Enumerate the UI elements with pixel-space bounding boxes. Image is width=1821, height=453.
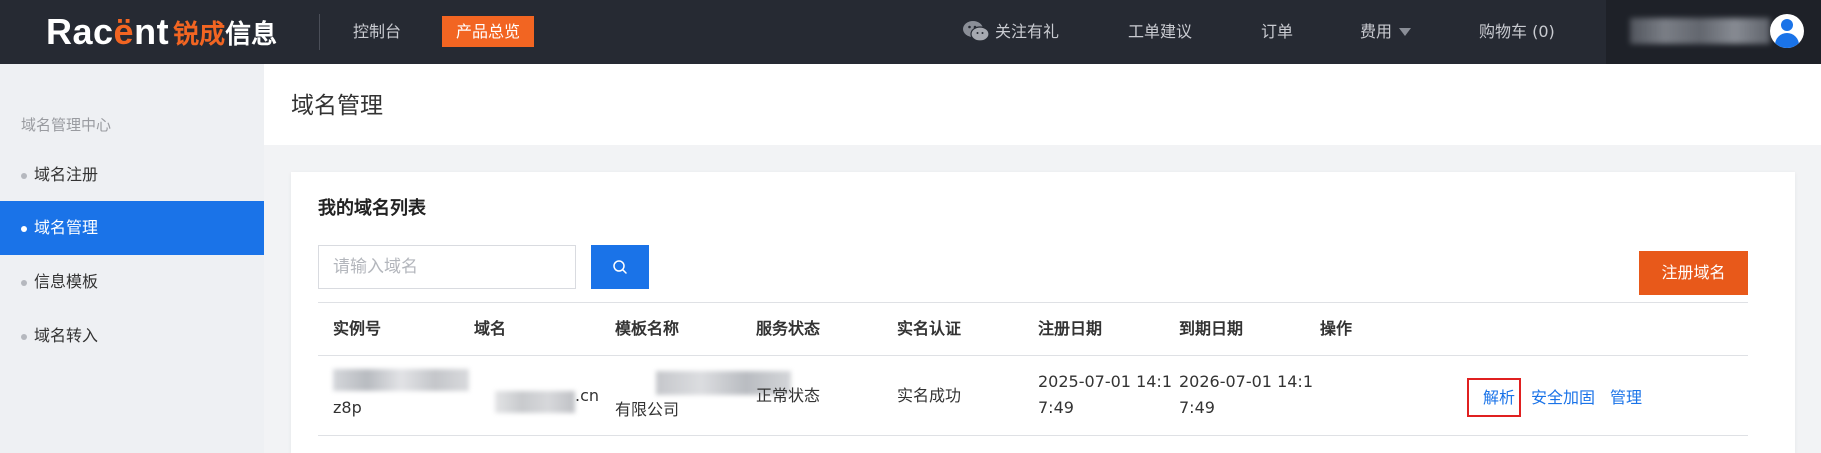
- avatar-icon[interactable]: [1770, 14, 1804, 48]
- manage-link[interactable]: 管理: [1610, 386, 1642, 410]
- nav-product-overview-button[interactable]: 产品总览: [442, 16, 535, 47]
- th-expire-date: 到期日期: [1179, 319, 1244, 338]
- expire-date-line2: 7:49: [1179, 398, 1215, 417]
- bullet-icon: [21, 226, 27, 232]
- username-redacted: [1630, 18, 1770, 44]
- th-domain: 域名: [474, 319, 507, 338]
- search-button[interactable]: [591, 245, 649, 289]
- instance-id-redacted: [333, 369, 469, 391]
- realname-status: 实名成功: [897, 386, 962, 405]
- nav-ticket-link[interactable]: 工单建议: [1128, 20, 1192, 44]
- wechat-icon[interactable]: [962, 20, 990, 42]
- table-divider: [318, 435, 1748, 436]
- sidebar-item-domain-manage[interactable]: 域名管理: [0, 201, 264, 255]
- security-hardening-link[interactable]: 安全加固: [1531, 386, 1595, 410]
- bullet-icon: [21, 280, 27, 286]
- domain-search-input[interactable]: [318, 245, 576, 289]
- nav-console-link[interactable]: 控制台: [353, 20, 401, 44]
- bullet-icon: [21, 173, 27, 179]
- search-icon: [613, 260, 627, 274]
- sidebar-item-label: 域名管理: [34, 218, 99, 237]
- sidebar-title: 域名管理中心: [21, 116, 112, 134]
- nav-fee-dropdown[interactable]: 费用: [1360, 20, 1392, 44]
- sidebar-item-domain-transfer[interactable]: 域名转入: [0, 309, 264, 363]
- sidebar-item-domain-register[interactable]: 域名注册: [0, 148, 264, 202]
- table-divider: [318, 302, 1748, 303]
- logo-text-en: Racënt: [46, 11, 170, 52]
- chevron-down-icon[interactable]: [1399, 28, 1411, 36]
- th-realname: 实名认证: [897, 319, 962, 338]
- nav-order-link[interactable]: 订单: [1261, 20, 1293, 44]
- expire-date-line1: 2026-07-01 14:1: [1179, 372, 1313, 391]
- domain-name-redacted: [495, 391, 575, 413]
- th-register-date: 注册日期: [1038, 319, 1103, 338]
- register-date-line2: 7:49: [1038, 398, 1074, 417]
- nav-cart-link[interactable]: 购物车 (0): [1479, 20, 1555, 44]
- page-header: 域名管理: [264, 64, 1821, 145]
- nav-divider: [319, 14, 320, 50]
- instance-id-tail: z8p: [333, 398, 362, 417]
- th-actions: 操作: [1320, 319, 1353, 338]
- th-instance: 实例号: [333, 319, 382, 338]
- domain-list-card: 我的域名列表 注册域名 实例号 域名 模板名称 服务状态 实名认证 注册日期 到…: [291, 172, 1795, 453]
- th-template: 模板名称: [615, 319, 680, 338]
- page-title: 域名管理: [291, 93, 383, 119]
- sidebar-item-label: 域名注册: [34, 165, 99, 184]
- domain-name-tail: .cn: [575, 386, 600, 405]
- resolve-link[interactable]: 解析: [1483, 386, 1515, 410]
- top-navigation-bar: Racënt 锐成信息 控制台 产品总览 关注有礼 工单建议 订单 费用 购物车…: [0, 0, 1821, 64]
- user-menu[interactable]: [1606, 0, 1821, 64]
- th-service-status: 服务状态: [756, 319, 821, 338]
- racent-logo[interactable]: Racënt 锐成信息: [46, 11, 278, 52]
- nav-follow-link[interactable]: 关注有礼: [995, 20, 1059, 44]
- table-divider: [318, 355, 1748, 356]
- template-name-tail: 有限公司: [615, 400, 680, 419]
- service-status: 正常状态: [756, 386, 821, 405]
- logo-text-cn: 锐成信息: [173, 19, 278, 50]
- register-domain-button[interactable]: 注册域名: [1639, 251, 1748, 295]
- register-date-line1: 2025-07-01 14:1: [1038, 372, 1172, 391]
- sidebar-item-label: 域名转入: [34, 326, 99, 345]
- bullet-icon: [21, 334, 27, 340]
- sidebar-item-label: 信息模板: [34, 272, 99, 291]
- card-title: 我的域名列表: [318, 198, 426, 219]
- sidebar-item-info-template[interactable]: 信息模板: [0, 255, 264, 309]
